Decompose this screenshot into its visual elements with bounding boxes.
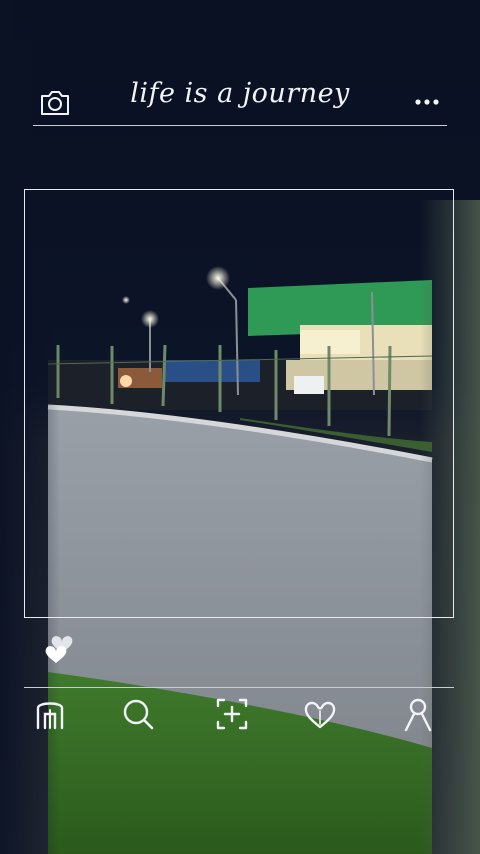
home-icon[interactable] xyxy=(30,694,70,734)
camera-icon[interactable] xyxy=(38,88,72,118)
post-photo-frame[interactable] xyxy=(24,189,454,618)
profile-icon[interactable] xyxy=(398,694,438,734)
more-dots-icon[interactable] xyxy=(412,94,444,110)
heart-icon[interactable] xyxy=(300,694,340,734)
search-icon[interactable] xyxy=(118,694,158,734)
bottom-nav xyxy=(0,694,480,738)
app-title: life is a journey xyxy=(130,78,350,109)
top-bar: life is a journey xyxy=(0,70,480,130)
nav-divider xyxy=(24,687,454,688)
hearts-icon[interactable] xyxy=(40,626,76,666)
header-divider xyxy=(33,125,447,126)
add-post-icon[interactable] xyxy=(212,694,252,734)
